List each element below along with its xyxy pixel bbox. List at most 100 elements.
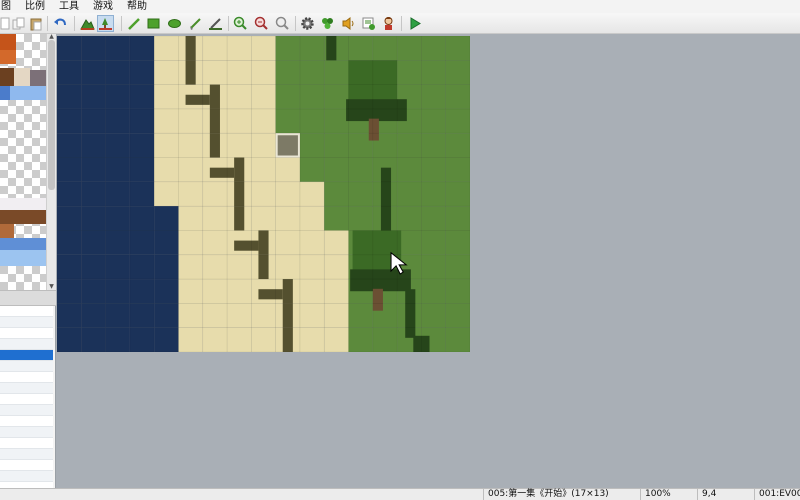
map-tile <box>421 108 446 134</box>
zoom-in-icon[interactable] <box>232 15 249 32</box>
sound-icon[interactable] <box>340 15 357 32</box>
zoom-out-icon[interactable] <box>253 15 270 32</box>
menu-game[interactable]: 游戏 <box>86 0 120 13</box>
map-tile <box>421 230 446 255</box>
list-item[interactable] <box>0 394 53 405</box>
tree-trunk <box>372 288 383 311</box>
script-icon[interactable] <box>360 15 377 32</box>
list-item[interactable] <box>0 328 53 339</box>
tile-palette[interactable] <box>0 34 46 290</box>
map-tile <box>81 36 106 61</box>
map-tile <box>202 230 228 255</box>
map-tile <box>421 254 446 280</box>
database-icon[interactable] <box>299 15 316 32</box>
map-tile <box>324 157 349 182</box>
map-tile <box>154 157 179 182</box>
list-item[interactable] <box>0 306 53 317</box>
list-item[interactable] <box>0 361 53 372</box>
dark-grass <box>326 36 337 61</box>
map-tile <box>299 230 325 255</box>
map-tile <box>445 108 470 134</box>
map-tile <box>129 254 155 280</box>
list-item[interactable] <box>0 416 53 427</box>
map-tile <box>129 84 155 109</box>
map-tile <box>324 181 349 207</box>
map-tile <box>178 181 203 207</box>
menu-map[interactable]: 图 <box>0 0 18 13</box>
menu-scale[interactable]: 比例 <box>18 0 52 13</box>
map-tile <box>324 60 349 85</box>
map-tile <box>202 36 228 61</box>
undo-icon[interactable] <box>52 15 69 32</box>
map-tile <box>299 133 325 158</box>
path-tile <box>234 206 245 231</box>
dark-grass <box>405 289 416 338</box>
map-tile <box>299 254 325 280</box>
map-tile <box>154 181 179 207</box>
pencil-icon[interactable] <box>126 15 143 32</box>
map-tile <box>397 133 422 158</box>
list-item[interactable] <box>0 471 53 482</box>
map-tile <box>105 133 130 158</box>
map-tile <box>251 181 276 207</box>
path-tile <box>258 289 283 300</box>
layer-lower-icon[interactable] <box>79 15 96 32</box>
map-tile <box>129 60 155 85</box>
copy-icon[interactable] <box>10 15 27 32</box>
map-tile <box>299 181 325 207</box>
paste-icon[interactable] <box>28 15 45 32</box>
palette-scrollbar[interactable]: ▲ ▼ <box>46 34 56 290</box>
list-item[interactable] <box>0 405 53 416</box>
zoom-actual-icon[interactable] <box>274 15 291 32</box>
map-tile <box>251 327 276 352</box>
toolbar <box>0 13 800 34</box>
map-tile <box>154 303 179 328</box>
character-icon[interactable] <box>380 15 397 32</box>
layer-upper-icon[interactable] <box>97 15 114 32</box>
map-tile <box>105 84 130 109</box>
map-tile <box>397 60 422 85</box>
map-tile <box>299 206 325 231</box>
palette-scroll-thumb[interactable] <box>48 40 55 190</box>
map-tile <box>178 279 203 304</box>
map-tile <box>275 206 300 231</box>
map-tile <box>445 230 470 255</box>
menu-help[interactable]: 帮助 <box>120 0 154 13</box>
list-item[interactable] <box>0 449 53 460</box>
path-tile <box>258 230 269 255</box>
list-item[interactable] <box>0 427 53 438</box>
list-item[interactable] <box>0 339 53 350</box>
dark-grass <box>380 167 392 241</box>
map-tile <box>57 327 82 352</box>
map-tree-list[interactable] <box>0 306 53 488</box>
panel-divider[interactable] <box>0 290 56 306</box>
rectangle-icon[interactable] <box>145 15 162 32</box>
map-tile <box>348 206 373 231</box>
list-item[interactable] <box>0 372 53 383</box>
map-tile <box>154 327 179 352</box>
status-bar: 005:第一集《开始》(17×13) 100% 9,4 001:EV001 <box>0 488 800 500</box>
menu-tools[interactable]: 工具 <box>52 0 86 13</box>
map-tile <box>154 108 179 134</box>
list-item[interactable] <box>0 383 53 394</box>
map-editor-area[interactable] <box>56 34 800 488</box>
map-tile <box>105 36 130 61</box>
materials-icon[interactable] <box>319 15 336 32</box>
list-item[interactable] <box>0 317 53 328</box>
playtest-icon[interactable] <box>406 15 423 32</box>
map-tile <box>227 327 252 352</box>
map-canvas[interactable] <box>57 36 470 352</box>
map-tile <box>299 327 325 352</box>
map-tile <box>57 157 82 182</box>
fill-icon[interactable] <box>187 15 204 32</box>
map-tile <box>421 206 446 231</box>
map-tile <box>372 327 398 352</box>
list-item[interactable] <box>0 438 53 449</box>
list-item[interactable] <box>0 460 53 471</box>
map-tile <box>81 279 106 304</box>
select-icon[interactable] <box>207 15 224 32</box>
ellipse-icon[interactable] <box>166 15 183 32</box>
list-item-selected[interactable] <box>0 350 53 361</box>
map-tile <box>154 279 179 304</box>
map-tile <box>275 36 300 61</box>
